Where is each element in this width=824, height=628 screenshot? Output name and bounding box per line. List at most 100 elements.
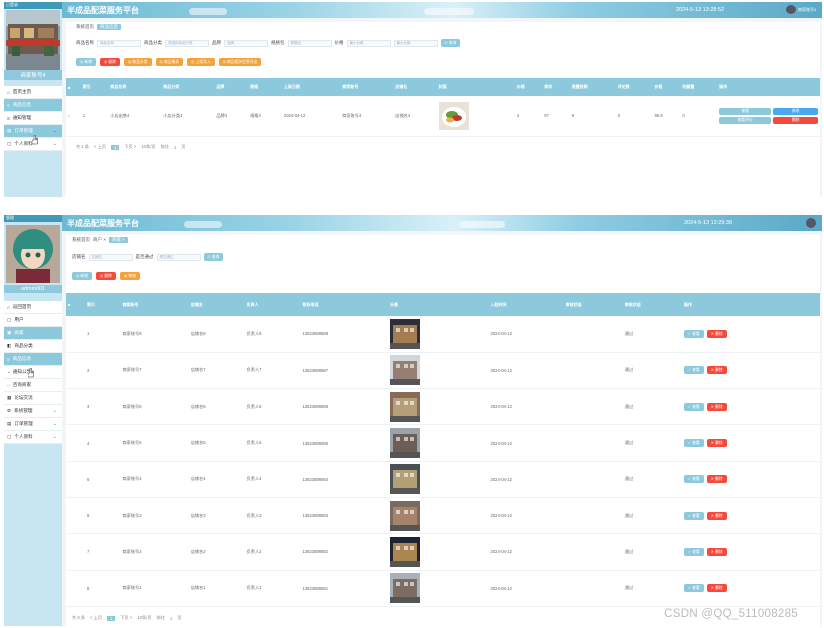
column-header[interactable]: 操作 [717, 78, 820, 96]
pager-next[interactable]: 下页 > [124, 144, 136, 150]
pager-size[interactable]: 10条/页 [141, 144, 155, 150]
filter-input[interactable]: 最小价格 [346, 39, 391, 47]
row-checkbox[interactable] [66, 424, 85, 462]
delete-button[interactable]: ✕ 删除 [706, 402, 727, 411]
view-button[interactable]: ✓ 查看 [683, 475, 704, 484]
sidebar-item[interactable]: ▤ 订单管理 ⌄ [4, 418, 62, 431]
column-header[interactable]: 评论数 [615, 78, 653, 96]
sidebar-item[interactable]: ⚙ 系统管理 ⌄ [4, 405, 62, 418]
search-button[interactable]: ⊙ 查询 [440, 39, 461, 47]
column-header[interactable]: 商家账号 [120, 293, 189, 316]
delete-button[interactable]: ✕ 删除 [706, 547, 727, 556]
column-header[interactable]: 规格 [248, 78, 282, 96]
pager-prev[interactable]: < 上页 [94, 144, 106, 150]
row-checkbox[interactable] [66, 352, 85, 390]
column-header[interactable]: 入驻时间 [488, 293, 564, 316]
sidebar-item[interactable]: ▢ 用户 [4, 314, 62, 327]
crumb-current[interactable]: 商家 × [108, 237, 128, 243]
delete-button[interactable]: ✕ 删除 [706, 439, 727, 448]
view-button[interactable]: ✓ 查看 [683, 439, 704, 448]
action-button[interactable]: ◎ 新增 [76, 58, 96, 66]
row-checkbox[interactable] [66, 570, 85, 607]
filter-input[interactable]: 店铺名 [88, 253, 133, 261]
sidebar-item[interactable]: ⌂ 返回首页 [4, 301, 62, 314]
pager-current[interactable]: 1 [107, 615, 116, 621]
delete-button[interactable]: ✕ 删除 [706, 329, 727, 338]
avatar[interactable] [786, 5, 796, 14]
select-all-checkbox[interactable]: ■ [66, 78, 81, 96]
column-header[interactable]: 商品分类 [161, 78, 215, 96]
pager-size[interactable]: 10条/页 [137, 615, 151, 621]
filter-input[interactable]: 品牌 [224, 39, 268, 47]
sidebar-item[interactable]: ⌂ 首页主页 [4, 86, 62, 99]
sidebar-item[interactable]: ▦ 论坛交流 [4, 392, 62, 405]
avatar[interactable] [806, 218, 816, 228]
action-button[interactable]: ◎ 新增 [72, 272, 92, 280]
filter-input[interactable]: 请选择商品分类 [165, 39, 209, 47]
filter-input[interactable]: 商品名称 [97, 39, 141, 47]
row-checkbox[interactable] [66, 316, 85, 353]
sidebar-item[interactable]: ◌ 咨询商家 [4, 379, 62, 392]
column-header[interactable]: 价格 [514, 78, 543, 96]
select-all-checkbox[interactable]: ■ [66, 293, 85, 316]
filter-input[interactable]: 最大价格 [393, 39, 438, 47]
column-header[interactable]: 上架日期 [281, 78, 341, 96]
delete-button[interactable]: ✕ 删除 [706, 366, 727, 375]
column-header[interactable]: 联系电话 [300, 293, 389, 316]
delete-button[interactable]: 删除 [773, 116, 818, 124]
row-checkbox[interactable] [66, 388, 85, 426]
row-checkbox[interactable] [66, 497, 85, 535]
action-button[interactable]: ◎ 商品分类 [123, 58, 152, 66]
sidebar-item[interactable]: ≡ 通知管理 [4, 112, 62, 125]
pager-goto-input[interactable]: 1 [170, 616, 172, 621]
pager-prev[interactable]: < 上页 [90, 615, 102, 621]
column-header[interactable]: 封面 [436, 78, 515, 96]
view-button[interactable]: ✓ 查看 [683, 547, 704, 556]
action-button[interactable]: ◎ 删除 [95, 272, 116, 280]
delete-button[interactable]: ✕ 删除 [706, 584, 727, 593]
column-header[interactable]: 店铺名 [188, 293, 245, 316]
column-header[interactable]: 索引 [80, 78, 109, 96]
delete-button[interactable]: ✕ 删除 [706, 511, 727, 520]
action-button[interactable]: ◎ 上架导入 [187, 58, 215, 66]
row-checkbox[interactable]: ▫ [66, 96, 81, 137]
view-button[interactable]: ✓ 查看 [683, 584, 704, 593]
crumb-tab[interactable]: 商户 × [93, 237, 106, 243]
column-header[interactable]: 库存 [542, 78, 570, 96]
column-header[interactable]: 价格 [652, 78, 681, 96]
column-header[interactable]: 收藏量 [680, 78, 718, 96]
view-button[interactable]: ✓ 查看 [683, 511, 704, 520]
crumb-home[interactable]: 系统首页 [76, 24, 94, 30]
search-button[interactable]: ⊙ 查询 [203, 253, 224, 261]
column-header[interactable]: 索引 [84, 293, 121, 316]
view-button[interactable]: 查看 [719, 107, 772, 115]
delete-button[interactable]: ✕ 删除 [706, 475, 727, 484]
action-button[interactable]: ◎ 商品相关信息导出 [218, 58, 262, 66]
filter-input[interactable]: 规格包 [287, 39, 332, 47]
column-header[interactable]: 品牌 [214, 78, 249, 96]
sidebar-item[interactable]: ≡ 商品信息 [4, 353, 62, 366]
row-checkbox[interactable] [66, 533, 85, 571]
edit-button[interactable]: 修改 [773, 107, 818, 115]
sidebar-item[interactable]: ▢ 个人资料 ⌄ [4, 431, 62, 444]
view-button[interactable]: ✓ 查看 [683, 329, 704, 338]
pager-next[interactable]: 下页 > [120, 615, 132, 621]
pager-goto-input[interactable]: 1 [174, 145, 176, 150]
view-comments-button[interactable]: 查看评论 [719, 116, 772, 124]
column-header[interactable]: 店铺名 [393, 78, 437, 96]
view-button[interactable]: ✓ 查看 [683, 402, 704, 411]
column-header[interactable]: 商家账号 [340, 78, 394, 96]
action-button[interactable]: ◎ 审核 [119, 272, 140, 280]
column-header[interactable]: 负责人 [244, 293, 301, 316]
sidebar-item[interactable]: ◧ 商品分类 [4, 340, 62, 353]
crumb-current[interactable]: 商品信息 [97, 24, 121, 30]
sidebar-item[interactable]: ▣ 商家 [4, 327, 62, 340]
view-button[interactable]: ✓ 查看 [683, 366, 704, 375]
pager-current[interactable]: 1 [111, 144, 120, 150]
column-header[interactable]: 审核状态 [622, 293, 682, 316]
column-header[interactable]: 头像 [388, 293, 489, 316]
column-header[interactable]: 商品名称 [108, 78, 162, 96]
column-header[interactable]: 操作 [681, 293, 820, 316]
row-checkbox[interactable] [66, 461, 85, 498]
crumb-home[interactable]: 系统首页 [72, 237, 90, 243]
